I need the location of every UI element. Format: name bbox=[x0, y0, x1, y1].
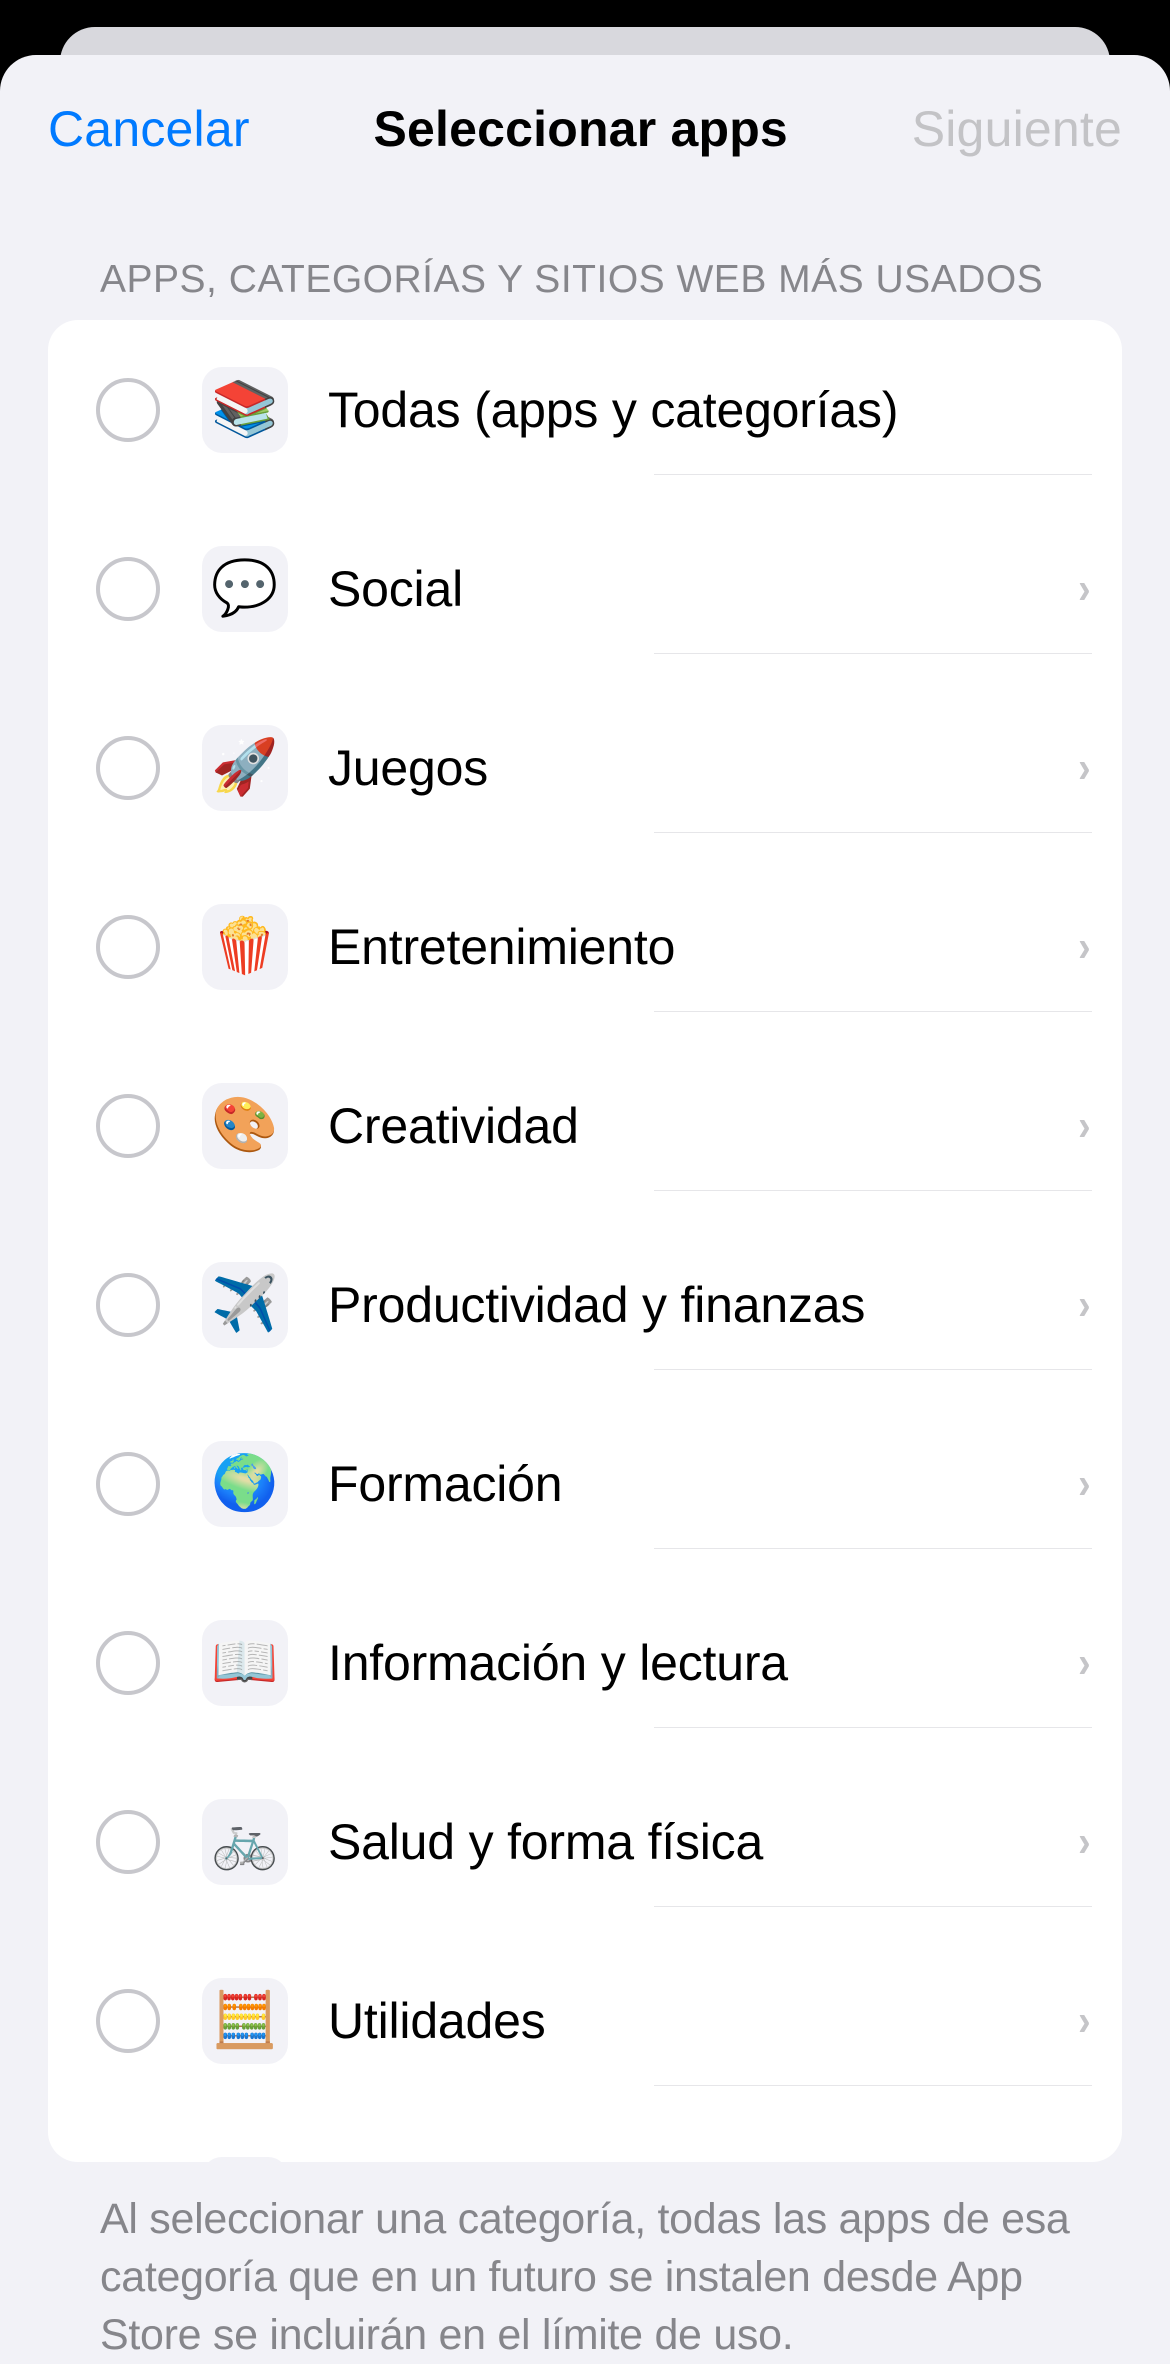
category-row-entertainment[interactable]: 🍿 Entretenimiento › bbox=[48, 857, 1122, 1036]
category-row-creativity[interactable]: 🎨 Creatividad › bbox=[48, 1036, 1122, 1215]
reading-icon: 📖 bbox=[202, 1620, 288, 1706]
category-label: Salud y forma física bbox=[328, 1813, 1057, 1871]
radio-social[interactable] bbox=[96, 557, 160, 621]
radio-games[interactable] bbox=[96, 736, 160, 800]
category-row-education[interactable]: 🌍 Formación › bbox=[48, 1394, 1122, 1573]
education-icon: 🌍 bbox=[202, 1441, 288, 1527]
utilities-icon: 🧮 bbox=[202, 1978, 288, 2064]
category-list: 📚 Todas (apps y categorías) 💬 Social › 🚀 Juego… bbox=[48, 320, 1122, 2162]
chevron-right-icon: › bbox=[1078, 564, 1090, 614]
navigation-bar: Cancelar Seleccionar apps Siguiente bbox=[0, 55, 1170, 198]
chevron-right-icon: › bbox=[1078, 743, 1090, 793]
games-icon: 🚀 bbox=[202, 725, 288, 811]
page-title: Seleccionar apps bbox=[250, 100, 912, 158]
category-label: Todas (apps y categorías) bbox=[328, 381, 1092, 439]
category-row-games[interactable]: 🚀 Juegos › bbox=[48, 678, 1122, 857]
chevron-right-icon: › bbox=[1078, 1817, 1090, 1867]
all-icon: 📚 bbox=[202, 367, 288, 453]
radio-reading[interactable] bbox=[96, 1631, 160, 1695]
radio-health[interactable] bbox=[96, 1810, 160, 1874]
category-row-health[interactable]: 🚲 Salud y forma física › bbox=[48, 1752, 1122, 1931]
radio-all[interactable] bbox=[96, 378, 160, 442]
category-row-all[interactable]: 📚 Todas (apps y categorías) bbox=[48, 320, 1122, 499]
creativity-icon: 🎨 bbox=[202, 1083, 288, 1169]
category-row-productivity[interactable]: ✈️ Productividad y finanzas › bbox=[48, 1215, 1122, 1394]
chevron-right-icon: › bbox=[1078, 1996, 1090, 2046]
category-row-social[interactable]: 💬 Social › bbox=[48, 499, 1122, 678]
category-row-reading[interactable]: 📖 Información y lectura › bbox=[48, 1573, 1122, 1752]
chevron-right-icon: › bbox=[1078, 1638, 1090, 1688]
category-label: Utilidades bbox=[328, 1992, 1057, 2050]
shopping-icon: 🛍️ bbox=[202, 2157, 288, 2162]
radio-creativity[interactable] bbox=[96, 1094, 160, 1158]
radio-education[interactable] bbox=[96, 1452, 160, 1516]
productivity-icon: ✈️ bbox=[202, 1262, 288, 1348]
entertainment-icon: 🍿 bbox=[202, 904, 288, 990]
radio-entertainment[interactable] bbox=[96, 915, 160, 979]
category-label: Entretenimiento bbox=[328, 918, 1057, 976]
chevron-right-icon: › bbox=[1078, 922, 1090, 972]
category-row-shopping[interactable]: 🛍️Compras y comida› bbox=[48, 2110, 1122, 2162]
category-label: Formación bbox=[328, 1455, 1057, 1513]
social-icon: 💬 bbox=[202, 546, 288, 632]
category-label: Creatividad bbox=[328, 1097, 1057, 1155]
footer-description: Al seleccionar una categoría, todas las … bbox=[0, 2162, 1170, 2364]
category-label: Productividad y finanzas bbox=[328, 1276, 1057, 1334]
category-label: Juegos bbox=[328, 739, 1057, 797]
category-label: Información y lectura bbox=[328, 1634, 1057, 1692]
cancel-button[interactable]: Cancelar bbox=[48, 100, 250, 158]
category-label: Social bbox=[328, 560, 1057, 618]
modal-sheet: Cancelar Seleccionar apps Siguiente APPS… bbox=[0, 55, 1170, 2364]
radio-utilities[interactable] bbox=[96, 1989, 160, 2053]
radio-productivity[interactable] bbox=[96, 1273, 160, 1337]
next-button[interactable]: Siguiente bbox=[912, 100, 1122, 158]
section-header: APPS, CATEGORÍAS Y SITIOS WEB MÁS USADOS bbox=[0, 198, 1170, 320]
chevron-right-icon: › bbox=[1078, 1459, 1090, 1509]
category-row-utilities[interactable]: 🧮 Utilidades › bbox=[48, 1931, 1122, 2110]
chevron-right-icon: › bbox=[1078, 1101, 1090, 1151]
chevron-right-icon: › bbox=[1078, 1280, 1090, 1330]
health-icon: 🚲 bbox=[202, 1799, 288, 1885]
